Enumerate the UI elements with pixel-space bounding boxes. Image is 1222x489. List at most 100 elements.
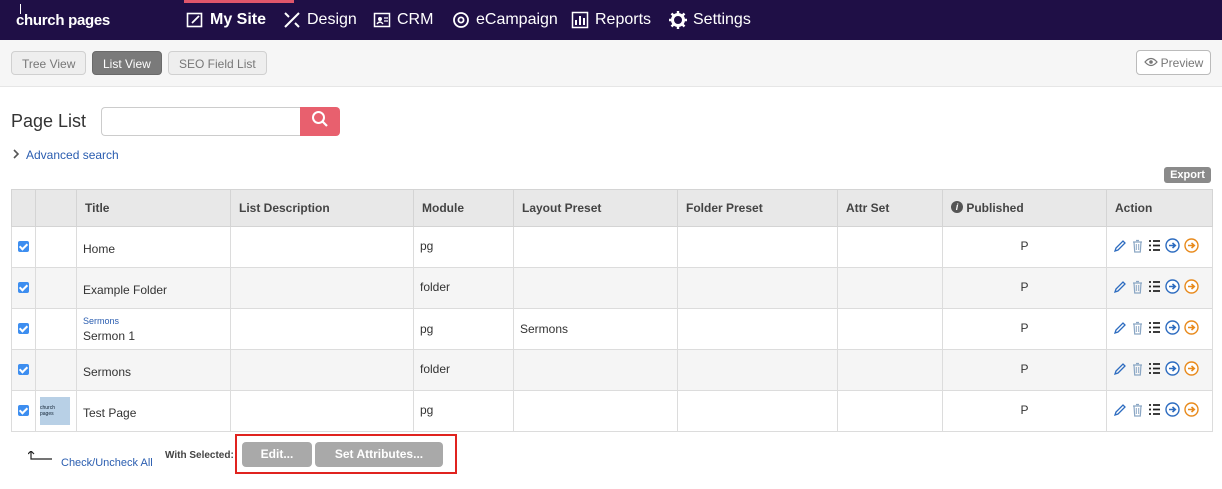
attributes-list-icon[interactable] [1148, 403, 1161, 419]
row-description [230, 349, 414, 391]
orange-arrow-right-icon[interactable] [1184, 361, 1199, 379]
row-folder-preset [677, 267, 838, 309]
col-list-description[interactable]: List Description [230, 189, 414, 227]
nav-reports[interactable]: Reports [571, 0, 651, 40]
blue-arrow-right-icon[interactable] [1165, 402, 1180, 420]
logo[interactable]: church pages [16, 4, 110, 29]
orange-arrow-right-icon[interactable] [1184, 238, 1199, 256]
attributes-list-icon[interactable] [1148, 280, 1161, 296]
trash-icon[interactable] [1131, 403, 1144, 420]
advanced-search-link[interactable]: Advanced search [12, 148, 119, 162]
row-actions [1106, 226, 1213, 268]
table-row: Sermons Sermon 1 pg Sermons P [11, 308, 1213, 350]
attributes-list-icon[interactable] [1148, 321, 1161, 337]
gear-icon [669, 11, 687, 29]
page-list-table: Title List Description Module Layout Pre… [11, 189, 1213, 432]
page-thumbnail[interactable]: church pages [40, 397, 70, 425]
row-module: pg [413, 390, 514, 432]
row-checkbox[interactable] [18, 364, 29, 375]
export-button[interactable]: Export [1164, 167, 1211, 183]
row-checkbox[interactable] [18, 405, 29, 416]
info-icon[interactable]: i [951, 201, 963, 213]
row-title-text: Example Folder [83, 283, 168, 297]
row-checkbox-cell [11, 390, 36, 432]
row-description [230, 267, 414, 309]
blue-arrow-right-icon[interactable] [1165, 279, 1180, 297]
row-title[interactable]: Test Page [76, 390, 231, 432]
view-toolbar: Tree View List View SEO Field List [0, 40, 1222, 87]
row-checkbox-cell [11, 349, 36, 391]
advanced-search-label: Advanced search [26, 148, 119, 162]
row-title-text: Test Page [83, 406, 137, 420]
search-input[interactable] [101, 107, 301, 136]
table-row: church pages Test Page pg P [11, 390, 1213, 432]
col-attr-set[interactable]: Attr Set [837, 189, 943, 227]
attributes-list-icon[interactable] [1148, 362, 1161, 378]
nav-ecampaign[interactable]: eCampaign [452, 0, 558, 40]
set-attributes-button[interactable]: Set Attributes... [315, 442, 443, 467]
row-title[interactable]: Home [76, 226, 231, 268]
edit-pencil-icon[interactable] [1113, 239, 1127, 256]
nav-my-site[interactable]: My Site [183, 0, 295, 40]
row-layout-preset: Sermons [513, 308, 678, 350]
col-action: Action [1106, 189, 1213, 227]
chevron-right-icon [12, 148, 26, 162]
orange-arrow-right-icon[interactable] [1184, 320, 1199, 338]
edit-pencil-icon[interactable] [1113, 362, 1127, 379]
col-title[interactable]: Title [76, 189, 231, 227]
row-description [230, 308, 414, 350]
nav-label: Settings [693, 11, 751, 28]
row-description [230, 226, 414, 268]
orange-arrow-right-icon[interactable] [1184, 402, 1199, 420]
attributes-list-icon[interactable] [1148, 239, 1161, 255]
row-title[interactable]: Sermons [76, 349, 231, 391]
blue-arrow-right-icon[interactable] [1165, 361, 1180, 379]
col-published[interactable]: i Published [942, 189, 1107, 227]
nav-crm[interactable]: CRM [373, 0, 433, 40]
tab-tree-view[interactable]: Tree View [11, 51, 87, 75]
row-title[interactable]: Example Folder [76, 267, 231, 309]
trash-icon[interactable] [1131, 239, 1144, 256]
preview-button[interactable]: Preview [1136, 50, 1211, 75]
edit-selected-button[interactable]: Edit... [242, 442, 312, 467]
col-layout-preset[interactable]: Layout Preset [513, 189, 678, 227]
edit-pencil-icon[interactable] [1113, 280, 1127, 297]
row-checkbox[interactable] [18, 282, 29, 293]
page-title: Page List [11, 111, 87, 131]
edit-pencil-icon[interactable] [1113, 403, 1127, 420]
nav-label: Reports [595, 11, 652, 28]
blue-arrow-right-icon[interactable] [1165, 320, 1180, 338]
nav-settings[interactable]: Settings [669, 0, 751, 40]
col-folder-preset[interactable]: Folder Preset [677, 189, 838, 227]
with-selected-label: With Selected: [165, 450, 234, 461]
tab-list-view[interactable]: List View [92, 51, 162, 75]
check-uncheck-all-link[interactable]: Check/Uncheck All [61, 457, 153, 469]
top-nav-bar: church pages My Site Design CRM eCampaig… [0, 0, 1222, 40]
row-checkbox[interactable] [18, 323, 29, 334]
row-title[interactable]: Sermons Sermon 1 [76, 308, 231, 350]
row-attr-set [837, 267, 943, 309]
row-module: folder [413, 267, 514, 309]
row-thumb-cell [35, 267, 77, 309]
edit-pencil-icon[interactable] [1113, 321, 1127, 338]
trash-icon[interactable] [1131, 280, 1144, 297]
row-checkbox[interactable] [18, 241, 29, 252]
tab-seo-field-list[interactable]: SEO Field List [168, 51, 267, 75]
blue-arrow-right-icon[interactable] [1165, 238, 1180, 256]
orange-arrow-right-icon[interactable] [1184, 279, 1199, 297]
row-folder-preset [677, 308, 838, 350]
row-folder-preset [677, 349, 838, 391]
row-actions [1106, 390, 1213, 432]
row-actions [1106, 267, 1213, 309]
row-parent-folder-link[interactable]: Sermons [83, 316, 224, 326]
logo-cross-icon [20, 4, 21, 14]
trash-icon[interactable] [1131, 321, 1144, 338]
col-checkbox [11, 189, 36, 227]
nav-design[interactable]: Design [283, 0, 357, 40]
search-button[interactable] [300, 107, 340, 136]
row-layout-preset [513, 226, 678, 268]
row-published: P [942, 349, 1107, 391]
col-module[interactable]: Module [413, 189, 514, 227]
trash-icon[interactable] [1131, 362, 1144, 379]
search-icon [311, 110, 329, 133]
